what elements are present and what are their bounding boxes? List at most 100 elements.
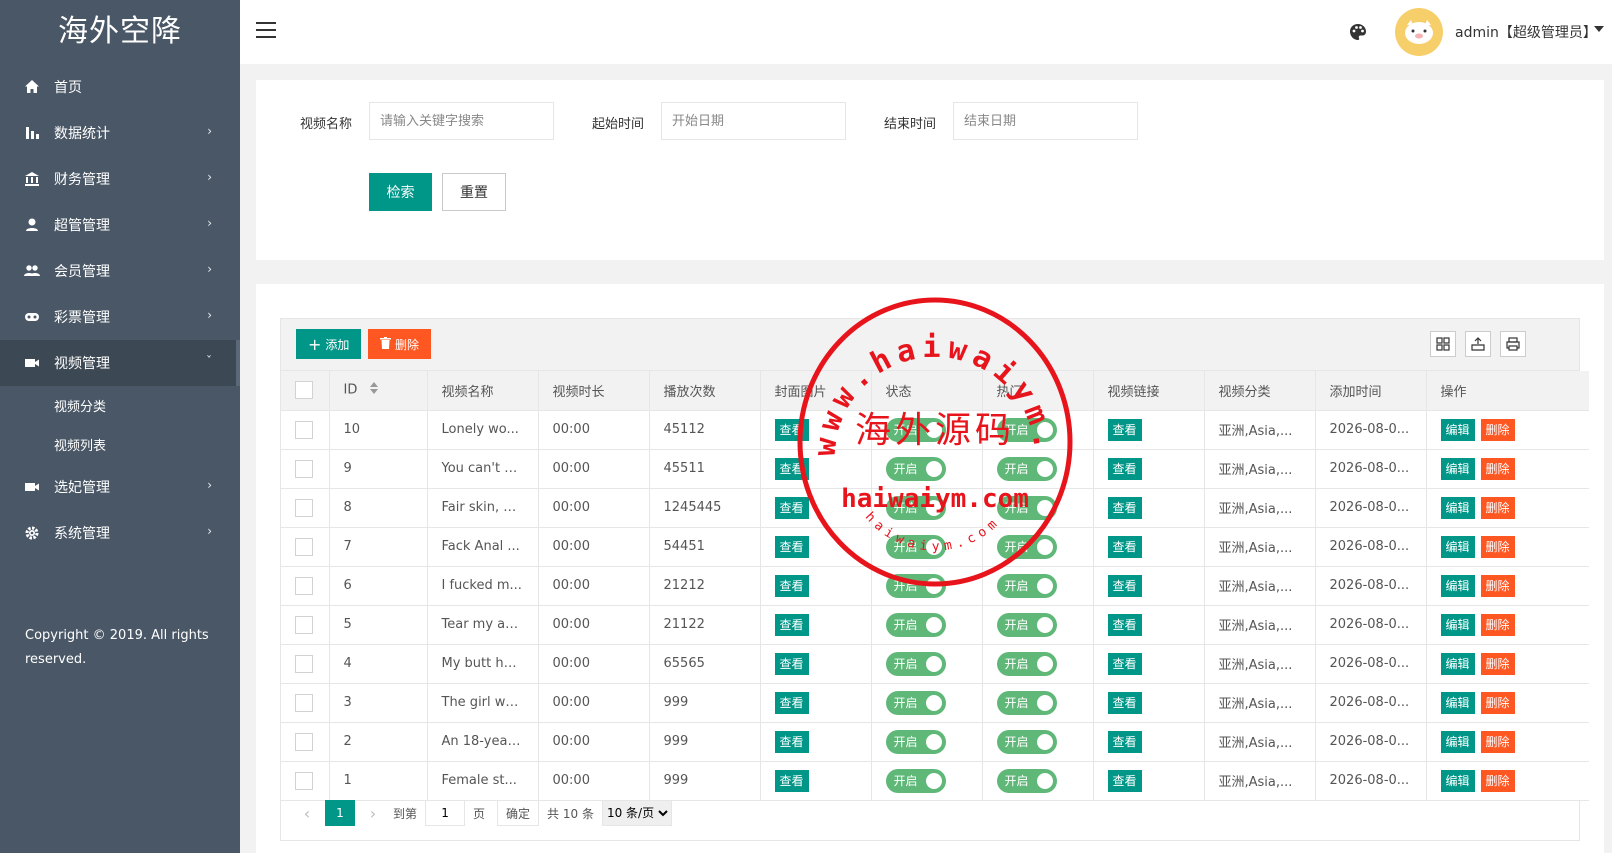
delete-button[interactable]: 删除 [1480,457,1515,480]
cell-cover: 查看 [760,605,872,645]
row-checkbox[interactable] [295,732,313,751]
status-toggle[interactable]: 开启 [885,534,946,559]
sidebar-item-selection[interactable]: 选妃管理 › [0,464,240,510]
next-page-icon[interactable]: › [359,804,387,823]
sidebar-subitem-video-category[interactable]: 视频分类 [0,386,240,425]
caret-down-icon[interactable] [1594,26,1604,32]
status-toggle[interactable]: 开启 [885,573,946,598]
status-toggle[interactable]: 开启 [885,612,946,637]
hot-toggle[interactable]: 开启 [996,534,1057,559]
hot-toggle[interactable]: 开启 [996,651,1057,676]
cell-category: 亚洲,Asia,... [1204,644,1316,684]
edit-button[interactable]: 编辑 [1440,457,1475,480]
row-checkbox[interactable] [295,498,313,517]
row-checkbox[interactable] [295,576,313,595]
sidebar-item-system[interactable]: 系统管理 › [0,510,240,556]
current-page-button[interactable]: 1 [325,800,355,826]
menu-toggle-icon[interactable] [256,22,276,40]
status-toggle[interactable]: 开启 [885,495,946,520]
edit-button[interactable]: 编辑 [1440,730,1475,753]
view-link-button[interactable]: 查看 [1107,730,1142,753]
status-toggle[interactable]: 开启 [885,651,946,676]
avatar[interactable] [1395,8,1443,56]
hot-toggle[interactable]: 开启 [996,729,1057,754]
row-checkbox[interactable] [295,615,313,634]
column-header-id[interactable]: ID [329,371,428,411]
hot-toggle[interactable]: 开启 [996,456,1057,481]
sidebar-subitem-video-list[interactable]: 视频列表 [0,425,240,464]
print-icon[interactable] [1500,331,1526,357]
search-button[interactable]: 检索 [369,173,432,211]
delete-button[interactable]: 删除 [1480,496,1515,519]
view-link-button[interactable]: 查看 [1107,574,1142,597]
add-button[interactable]: + 添加 [296,329,362,359]
sidebar-item-lottery[interactable]: 彩票管理 › [0,294,240,340]
view-link-button[interactable]: 查看 [1107,613,1142,636]
view-link-button[interactable]: 查看 [1107,496,1142,519]
edit-button[interactable]: 编辑 [1440,496,1475,519]
sidebar-item-members[interactable]: 会员管理 › [0,248,240,294]
edit-button[interactable]: 编辑 [1440,613,1475,636]
sort-icon[interactable] [369,382,378,398]
export-icon[interactable] [1465,331,1491,357]
hot-toggle[interactable]: 开启 [996,495,1057,520]
video-name-input[interactable] [369,102,554,140]
row-checkbox[interactable] [295,459,313,478]
prev-page-icon[interactable]: ‹ [293,804,321,823]
delete-button[interactable]: 删除 [1480,574,1515,597]
edit-button[interactable]: 编辑 [1440,418,1475,441]
status-toggle[interactable]: 开启 [885,456,946,481]
delete-button[interactable]: 删除 [1480,652,1515,675]
status-toggle[interactable]: 开启 [885,690,946,715]
sidebar-item-videos[interactable]: 视频管理 ˇ [0,340,240,386]
view-cover-button[interactable]: 查看 [774,457,809,480]
select-all-checkbox[interactable] [295,381,313,400]
hot-toggle[interactable]: 开启 [996,690,1057,715]
edit-button[interactable]: 编辑 [1440,574,1475,597]
view-cover-button[interactable]: 查看 [774,535,809,558]
delete-button[interactable]: 删除 [1480,613,1515,636]
hot-toggle[interactable]: 开启 [996,573,1057,598]
row-checkbox[interactable] [295,693,313,712]
user-name[interactable]: admin【超级管理员】 [1455,22,1597,42]
edit-button[interactable]: 编辑 [1440,535,1475,558]
sidebar-item-statistics[interactable]: 数据统计 › [0,110,240,156]
delete-button[interactable]: 删除 [1480,418,1515,441]
sidebar-item-home[interactable]: 首页 [0,64,240,110]
view-link-button[interactable]: 查看 [1107,691,1142,714]
start-date-input[interactable] [661,102,846,140]
batch-delete-button[interactable]: 删除 [368,329,432,359]
view-cover-button[interactable]: 查看 [774,418,809,441]
view-cover-button[interactable]: 查看 [774,496,809,519]
row-checkbox[interactable] [295,537,313,556]
hot-toggle[interactable]: 开启 [996,417,1057,442]
sidebar-item-admins[interactable]: 超管管理 › [0,202,240,248]
row-checkbox[interactable] [295,654,313,673]
view-link-button[interactable]: 查看 [1107,652,1142,675]
end-date-input[interactable] [953,102,1138,140]
columns-filter-icon[interactable] [1430,331,1456,357]
view-cover-button[interactable]: 查看 [774,691,809,714]
page-size-select[interactable]: 10 条/页 [601,800,672,826]
delete-button[interactable]: 删除 [1480,730,1515,753]
edit-button[interactable]: 编辑 [1440,652,1475,675]
delete-button[interactable]: 删除 [1480,691,1515,714]
view-link-button[interactable]: 查看 [1107,418,1142,441]
status-toggle[interactable]: 开启 [885,729,946,754]
goto-confirm-button[interactable]: 确定 [497,800,540,826]
sidebar-item-finance[interactable]: 财务管理 › [0,156,240,202]
view-link-button[interactable]: 查看 [1107,457,1142,480]
goto-page-input[interactable] [425,800,466,826]
edit-button[interactable]: 编辑 [1440,691,1475,714]
view-cover-button[interactable]: 查看 [774,574,809,597]
status-toggle[interactable]: 开启 [885,417,946,442]
row-checkbox[interactable] [295,420,313,439]
delete-button[interactable]: 删除 [1480,535,1515,558]
reset-button[interactable]: 重置 [442,173,506,211]
view-cover-button[interactable]: 查看 [774,652,809,675]
view-cover-button[interactable]: 查看 [774,730,809,753]
palette-icon[interactable] [1348,22,1368,42]
hot-toggle[interactable]: 开启 [996,612,1057,637]
view-cover-button[interactable]: 查看 [774,613,809,636]
view-link-button[interactable]: 查看 [1107,535,1142,558]
